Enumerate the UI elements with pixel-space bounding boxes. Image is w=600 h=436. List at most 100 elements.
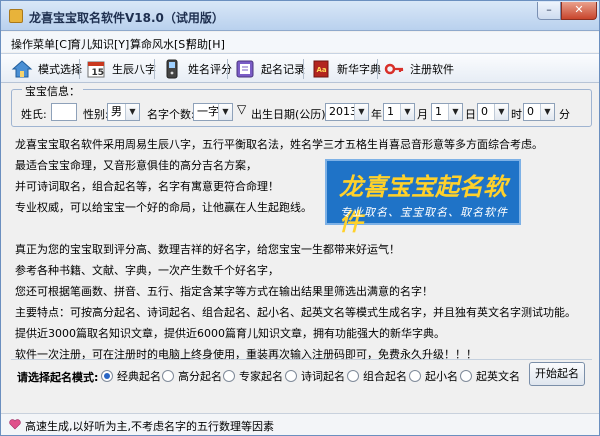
book-icon bbox=[234, 58, 256, 80]
radio-icon bbox=[285, 370, 297, 382]
radio-label: 专家起名 bbox=[239, 370, 283, 383]
gender-value: 男 bbox=[111, 105, 122, 118]
surname-input[interactable] bbox=[51, 103, 77, 121]
intro-line: 参考各种书籍、文献、字典，一次产生数千个好名字， bbox=[15, 264, 279, 277]
chevron-down-icon: ▼ bbox=[125, 104, 139, 120]
hour-select[interactable]: 0 ▼ bbox=[477, 103, 509, 121]
dictionary-icon: Aa bbox=[310, 58, 332, 80]
month-unit: 月 bbox=[417, 108, 428, 121]
radio-label: 组合起名 bbox=[363, 370, 407, 383]
menu-bar: 操作菜单[C] 育儿知识[Y] 算命风水[S] 帮助[H] bbox=[1, 32, 599, 52]
title-bar: 龙喜宝宝取名软件V18.0（试用版） – ✕ bbox=[1, 1, 599, 31]
house-icon bbox=[11, 58, 33, 80]
gender-label: 性别: bbox=[83, 108, 109, 121]
main-window: 龙喜宝宝取名软件V18.0（试用版） – ✕ 操作菜单[C] 育儿知识[Y] 算… bbox=[0, 0, 600, 436]
close-button[interactable]: ✕ bbox=[561, 2, 597, 20]
promo-banner: 龙喜宝宝起名软件 专业取名、宝宝取名、取名软件 bbox=[325, 159, 521, 236]
radio-label: 起小名 bbox=[425, 370, 458, 383]
chevron-down-icon: ▼ bbox=[400, 104, 414, 120]
svg-text:15: 15 bbox=[92, 68, 105, 78]
day-select[interactable]: 1 ▼ bbox=[431, 103, 463, 121]
year-select[interactable]: 2013 ▼ bbox=[325, 103, 369, 121]
toolbar-divider bbox=[303, 59, 304, 79]
day-unit: 日 bbox=[465, 108, 476, 121]
menu-parenting[interactable]: 育儿知识[Y] bbox=[70, 36, 129, 52]
radio-high-score[interactable]: 高分起名 bbox=[162, 368, 222, 384]
toolbar-divider bbox=[79, 59, 80, 79]
name-count-value: 一字 bbox=[197, 105, 219, 118]
radio-english[interactable]: 起英文名 bbox=[460, 368, 520, 384]
minimize-button[interactable]: – bbox=[537, 2, 561, 20]
key-icon bbox=[383, 58, 405, 80]
name-count-label: 名字个数: bbox=[147, 108, 195, 121]
tool-register[interactable]: 注册软件 bbox=[383, 56, 454, 82]
chevron-down-icon: ▼ bbox=[354, 104, 368, 120]
tool-label: 注册软件 bbox=[410, 63, 454, 76]
toolbar-divider bbox=[227, 59, 228, 79]
surname-label: 姓氏: bbox=[21, 108, 47, 121]
year-unit: 年 bbox=[371, 108, 382, 121]
radio-icon bbox=[162, 370, 174, 382]
radio-icon bbox=[460, 370, 472, 382]
radio-expert[interactable]: 专家起名 bbox=[223, 368, 283, 384]
month-value: 1 bbox=[387, 105, 394, 118]
tool-label: 模式选择 bbox=[38, 63, 82, 76]
tool-name-score[interactable]: 姓名评分 bbox=[161, 56, 232, 82]
toolbar-divider bbox=[377, 59, 378, 79]
month-select[interactable]: 1 ▼ bbox=[383, 103, 415, 121]
menu-operation[interactable]: 操作菜单[C] bbox=[11, 36, 71, 52]
app-icon bbox=[9, 9, 23, 23]
minute-select[interactable]: 0 ▼ bbox=[523, 103, 555, 121]
menu-fortune[interactable]: 算命风水[S] bbox=[130, 36, 190, 52]
tool-label: 姓名评分 bbox=[188, 63, 232, 76]
radio-label: 起英文名 bbox=[476, 370, 520, 383]
tool-history[interactable]: 起名记录 bbox=[234, 56, 305, 82]
svg-text:Aa: Aa bbox=[317, 66, 327, 74]
status-bar: 高速生成,以好听为主,不考虑名字的五行数理等因素 bbox=[1, 413, 599, 435]
minute-value: 0 bbox=[527, 105, 534, 118]
radio-label: 高分起名 bbox=[178, 370, 222, 383]
tool-label: 生辰八字 bbox=[112, 63, 156, 76]
phone-icon bbox=[161, 58, 183, 80]
year-value: 2013 bbox=[329, 105, 357, 118]
tool-mode-select[interactable]: 模式选择 bbox=[11, 56, 82, 82]
hour-value: 0 bbox=[481, 105, 488, 118]
radio-label: 诗词起名 bbox=[301, 370, 345, 383]
gender-select[interactable]: 男 ▼ bbox=[107, 103, 140, 121]
tool-label: 起名记录 bbox=[261, 63, 305, 76]
minute-unit: 分 bbox=[559, 108, 570, 121]
radio-combine[interactable]: 组合起名 bbox=[347, 368, 407, 384]
start-naming-button[interactable]: 开始起名 bbox=[529, 362, 585, 386]
calendar-icon: 15 bbox=[85, 58, 107, 80]
day-value: 1 bbox=[435, 105, 442, 118]
tool-dictionary[interactable]: Aa 新华字典 bbox=[310, 56, 381, 82]
chevron-down-icon: ▼ bbox=[540, 104, 554, 120]
banner-title: 龙喜宝宝起名软件 bbox=[339, 172, 507, 236]
intro-line: 提供近3000篇取名知识文章，提供近6000篇育儿知识文章，拥有功能强大的新华字… bbox=[15, 327, 445, 340]
radio-classic[interactable]: 经典起名 bbox=[101, 368, 161, 384]
menu-help[interactable]: 帮助[H] bbox=[186, 36, 225, 52]
radio-nickname[interactable]: 起小名 bbox=[409, 368, 458, 384]
mode-label: 请选择起名模式: bbox=[17, 371, 99, 384]
triangle-marker-icon: ▽ bbox=[237, 102, 247, 116]
tool-label: 新华字典 bbox=[337, 63, 381, 76]
radio-icon bbox=[347, 370, 359, 382]
heart-icon bbox=[9, 419, 21, 430]
tool-bazi[interactable]: 15 生辰八字 bbox=[85, 56, 156, 82]
name-count-select[interactable]: 一字 ▼ bbox=[193, 103, 233, 121]
radio-label: 经典起名 bbox=[117, 370, 161, 383]
toolbar: 模式选择 15 生辰八字 姓名评分 起名记录 Aa 新华字典 注册软件 bbox=[1, 53, 599, 83]
intro-line: 真正为您的宝宝取到评分高、数理吉祥的好名字，给您宝宝一生都带来好运气！ bbox=[15, 243, 400, 256]
radio-icon bbox=[223, 370, 235, 382]
intro-line: 您还可根据笔画数、拼音、五行、指定含某字等方式在输出结果里筛选出满意的名字！ bbox=[15, 285, 433, 298]
dob-label: 出生日期(公历): bbox=[251, 108, 330, 121]
banner-subtitle: 专业取名、宝宝取名、取名软件 bbox=[340, 206, 508, 219]
radio-icon bbox=[409, 370, 421, 382]
radio-poetry[interactable]: 诗词起名 bbox=[285, 368, 345, 384]
intro-line: 龙喜宝宝取名软件采用周易生辰八字，五行平衡取名法，姓名学三才五格生肖喜忌音形意等… bbox=[15, 138, 543, 151]
window-title: 龙喜宝宝取名软件V18.0（试用版） bbox=[29, 11, 224, 25]
chevron-down-icon: ▼ bbox=[448, 104, 462, 120]
hour-unit: 时 bbox=[511, 108, 522, 121]
status-text: 高速生成,以好听为主,不考虑名字的五行数理等因素 bbox=[25, 420, 274, 433]
chevron-down-icon: ▼ bbox=[494, 104, 508, 120]
